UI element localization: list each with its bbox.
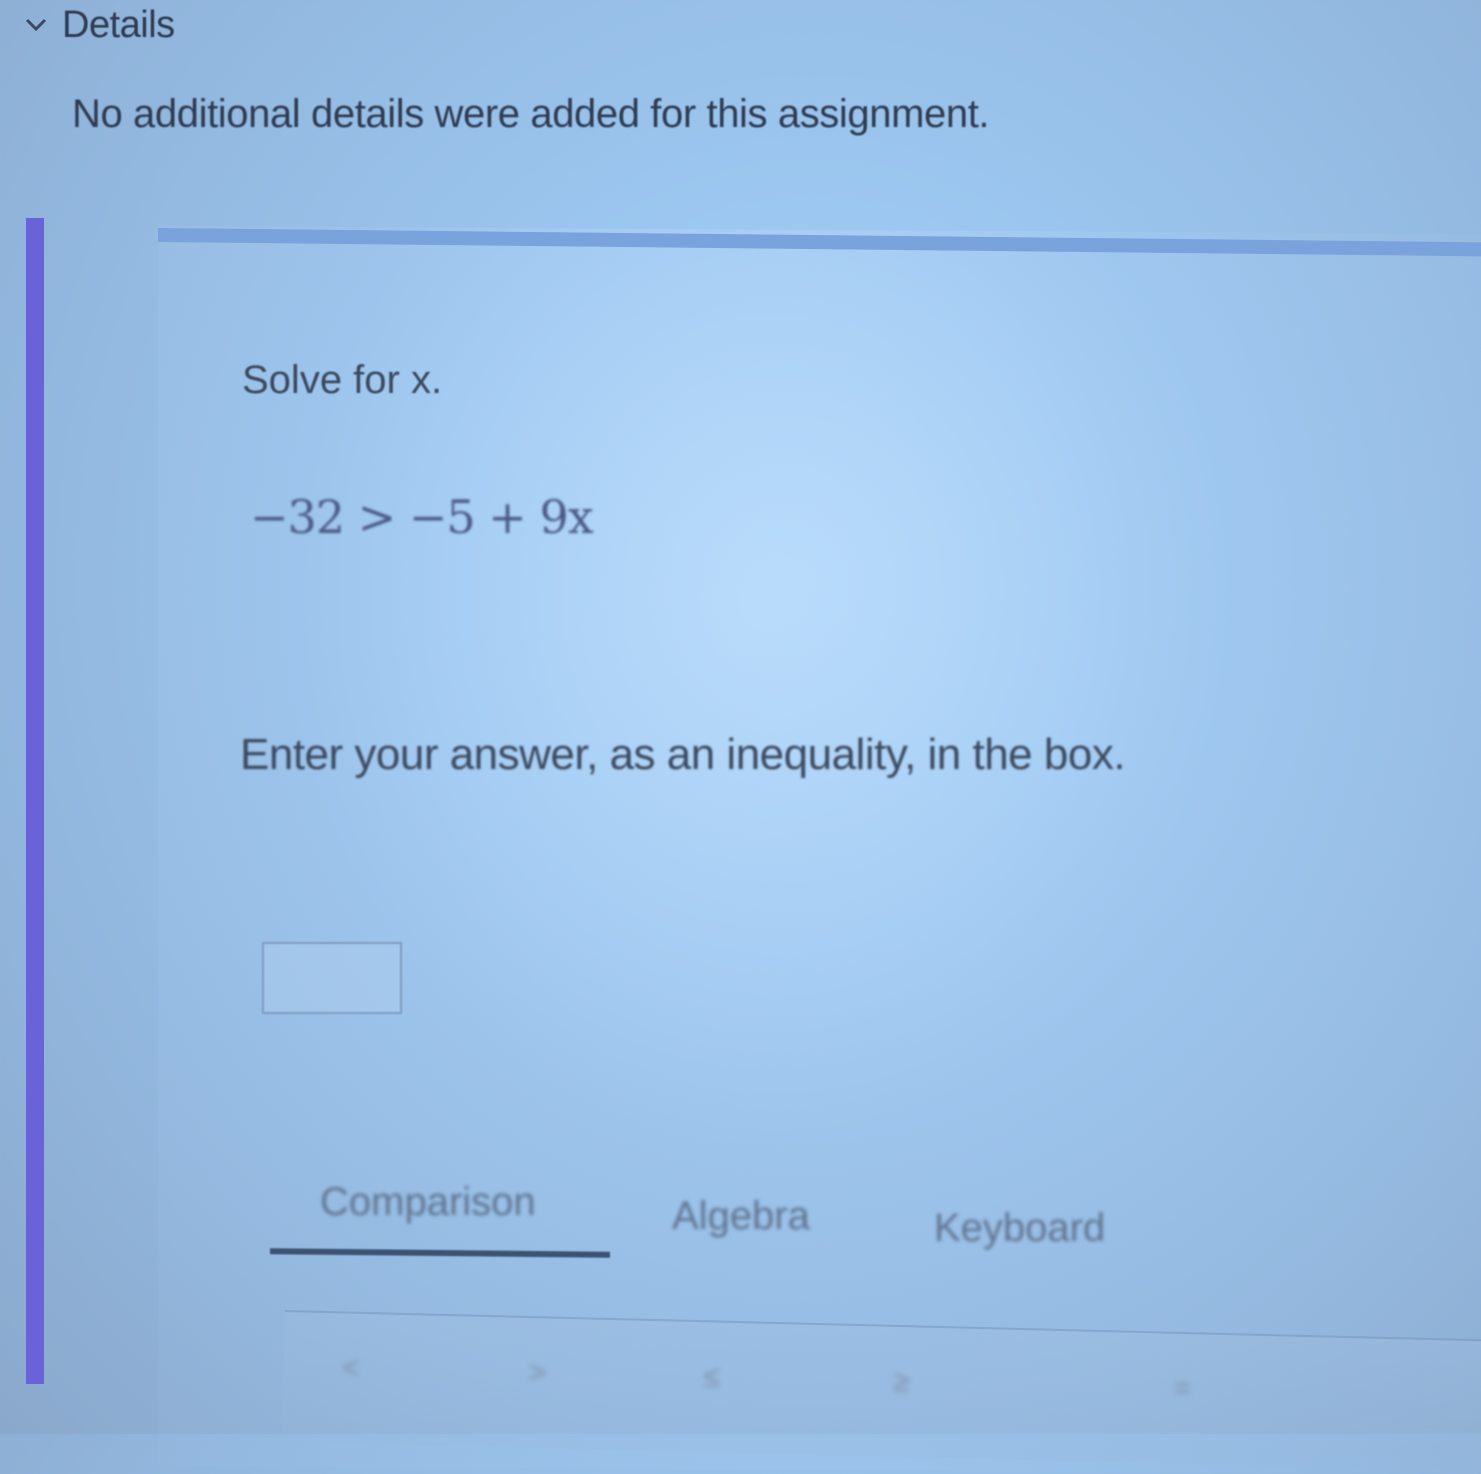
- keypad-key[interactable]: =: [1173, 1372, 1191, 1406]
- math-input-tabs: Comparison Algebra Keyboard: [269, 1170, 1170, 1280]
- tab-algebra[interactable]: Algebra: [672, 1194, 810, 1239]
- details-toggle[interactable]: Details: [22, 2, 175, 48]
- tab-comparison[interactable]: Comparison: [320, 1180, 536, 1225]
- question-equation: −32 > −5 + 9x: [250, 490, 594, 544]
- details-description: No additional details were added for thi…: [72, 92, 990, 136]
- tab-keyboard[interactable]: Keyboard: [934, 1206, 1105, 1251]
- keypad-key[interactable]: <: [341, 1351, 359, 1385]
- question-prompt: Solve for x.: [242, 358, 443, 402]
- question-card: [158, 225, 1481, 1474]
- keypad-key[interactable]: ≤: [703, 1360, 720, 1394]
- question-accent-bar: [26, 218, 44, 1384]
- active-tab-indicator: [269, 1248, 611, 1258]
- keypad-key[interactable]: >: [528, 1356, 546, 1390]
- question-instruction: Enter your answer, as an inequality, in …: [240, 730, 1126, 779]
- answer-input[interactable]: [262, 942, 402, 1014]
- details-title: Details: [62, 3, 175, 46]
- keypad-key[interactable]: ≥: [893, 1365, 910, 1399]
- chevron-down-icon: [22, 11, 50, 39]
